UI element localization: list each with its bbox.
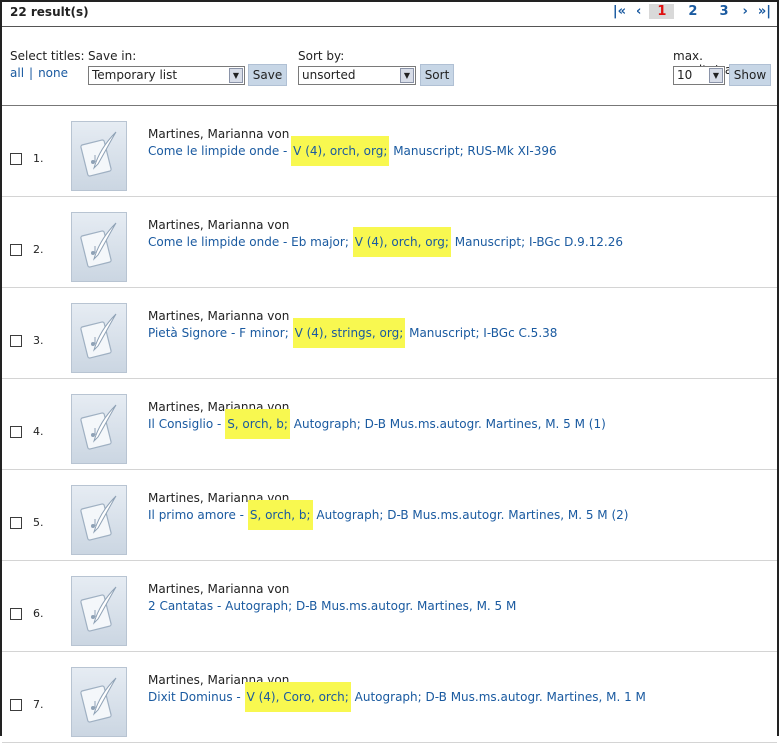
result-source: Manuscript; RUS-Mk XI-396 [389, 144, 557, 158]
save-in-select[interactable]: Temporary list ▼ [88, 66, 245, 85]
result-thumbnail[interactable] [71, 121, 127, 191]
results-header: 22 result(s) |« ‹ 1 2 3 › »| [2, 2, 777, 27]
result-source: Manuscript; I-BGc C.5.38 [405, 326, 558, 340]
select-titles-links: all | none [10, 66, 68, 80]
sort-by-label: Sort by: [298, 49, 345, 63]
result-thumbnail[interactable] [71, 394, 127, 464]
prev-page-button[interactable]: ‹ [636, 4, 641, 19]
result-scoring-highlight: V (4), orch, org; [352, 227, 451, 257]
sort-button[interactable]: Sort [420, 64, 454, 86]
result-source: Autograph; D-B Mus.ms.autogr. Martines, … [312, 508, 629, 522]
result-number: 5. [33, 516, 44, 529]
result-author: Martines, Marianna von [148, 127, 290, 141]
result-thumbnail[interactable] [71, 303, 127, 373]
chevron-down-icon: ▼ [229, 68, 243, 83]
last-page-button[interactable]: »| [758, 4, 771, 19]
next-page-button[interactable]: › [742, 4, 747, 19]
sort-by-select[interactable]: unsorted ▼ [298, 66, 416, 85]
results-panel: 22 result(s) |« ‹ 1 2 3 › »| Select titl… [0, 0, 779, 743]
manuscript-quill-icon [80, 131, 117, 177]
result-title-link[interactable]: Pietà Signore - F minor; V (4), strings,… [148, 318, 558, 348]
max-results-select[interactable]: 10 ▼ [673, 66, 725, 85]
result-thumbnail[interactable] [71, 667, 127, 737]
result-row: 7. Martines, Marianna von Dixit Dominus - … [2, 652, 777, 743]
list-controls: Select titles: all | none Save in: Tempora… [2, 27, 777, 106]
first-page-button[interactable]: |« [613, 4, 626, 19]
result-author: Martines, Marianna von [148, 218, 290, 232]
result-title-link[interactable]: Come le limpide onde - Eb major; V (4), … [148, 227, 623, 257]
save-button[interactable]: Save [248, 64, 287, 86]
result-title-link[interactable]: Come le limpide onde - V (4), orch, org;… [148, 136, 557, 166]
result-author: Martines, Marianna von [148, 582, 290, 596]
max-results-value: 10 [677, 68, 693, 82]
result-row: 2. Martines, Marianna von Come le limpide … [2, 197, 777, 288]
result-scoring-highlight: V (4), orch, org; [291, 136, 390, 166]
manuscript-quill-icon [80, 495, 117, 541]
result-title-link[interactable]: Il Consiglio - S, orch, b; Autograph; D-… [148, 409, 606, 439]
chevron-down-icon: ▼ [400, 68, 414, 83]
select-all-link[interactable]: all [10, 66, 24, 80]
result-checkbox[interactable] [10, 426, 22, 438]
result-count: 22 result(s) [10, 5, 89, 19]
result-row: 6. Martines, Marianna von 2 Cantatas - Aut… [2, 561, 777, 652]
result-row: 5. Martines, Marianna von Il primo amore -… [2, 470, 777, 561]
result-number: 6. [33, 607, 44, 620]
result-checkbox[interactable] [10, 244, 22, 256]
manuscript-quill-icon [80, 313, 117, 359]
select-none-link[interactable]: none [38, 66, 68, 80]
result-thumbnail[interactable] [71, 576, 127, 646]
result-number: 7. [33, 698, 44, 711]
result-title: Il Consiglio - [148, 417, 226, 431]
result-scoring-highlight: V (4), Coro, orch; [244, 682, 351, 712]
result-checkbox[interactable] [10, 608, 22, 620]
save-in-value: Temporary list [92, 68, 178, 82]
result-thumbnail[interactable] [71, 485, 127, 555]
page-link-2[interactable]: 2 [688, 4, 697, 19]
sort-by-value: unsorted [302, 68, 356, 82]
result-title: Come le limpide onde - Eb major; [148, 235, 353, 249]
select-titles-label: Select titles: [10, 49, 85, 63]
select-separator: | [29, 66, 34, 80]
result-title-link[interactable]: Dixit Dominus - V (4), Coro, orch; Autog… [148, 682, 646, 712]
result-title: Il primo amore - [148, 508, 248, 522]
page-link-3[interactable]: 3 [719, 4, 728, 19]
result-title-link[interactable]: Il primo amore - S, orch, b; Autograph; … [148, 500, 629, 530]
pagination: |« ‹ 1 2 3 › »| [613, 4, 771, 19]
result-row: 4. Martines, Marianna von Il Consiglio - S… [2, 379, 777, 470]
result-title-link[interactable]: 2 Cantatas - Autograph; D-B Mus.ms.autog… [148, 599, 516, 613]
result-checkbox[interactable] [10, 153, 22, 165]
result-number: 2. [33, 243, 44, 256]
manuscript-quill-icon [80, 586, 117, 632]
result-checkbox[interactable] [10, 335, 22, 347]
chevron-down-icon: ▼ [709, 68, 723, 83]
result-title: 2 Cantatas - Autograph; D-B Mus.ms.autog… [148, 599, 517, 613]
results-list: 1. Martines, Marianna von Come le limpide … [2, 106, 777, 743]
page-link-current[interactable]: 1 [649, 4, 675, 19]
result-number: 3. [33, 334, 44, 347]
result-number: 1. [33, 152, 44, 165]
result-number: 4. [33, 425, 44, 438]
result-title: Dixit Dominus - [148, 690, 245, 704]
manuscript-quill-icon [80, 404, 117, 450]
result-row: 1. Martines, Marianna von Come le limpide … [2, 106, 777, 197]
result-source: Manuscript; I-BGc D.9.12.26 [450, 235, 623, 249]
result-source: Autograph; D-B Mus.ms.autogr. Martines, … [289, 417, 606, 431]
result-scoring-highlight: V (4), strings, org; [292, 318, 406, 348]
result-checkbox[interactable] [10, 517, 22, 529]
manuscript-quill-icon [80, 222, 117, 268]
result-author: Martines, Marianna von [148, 309, 290, 323]
result-row: 3. Martines, Marianna von Pietà Signore - … [2, 288, 777, 379]
result-scoring-highlight: S, orch, b; [247, 500, 313, 530]
result-thumbnail[interactable] [71, 212, 127, 282]
result-title: Come le limpide onde - [148, 144, 292, 158]
result-checkbox[interactable] [10, 699, 22, 711]
result-source: Autograph; D-B Mus.ms.autogr. Martines, … [350, 690, 646, 704]
save-in-label: Save in: [88, 49, 137, 63]
manuscript-quill-icon [80, 677, 117, 723]
show-button[interactable]: Show [729, 64, 771, 86]
result-title: Pietà Signore - F minor; [148, 326, 293, 340]
result-scoring-highlight: S, orch, b; [225, 409, 290, 439]
